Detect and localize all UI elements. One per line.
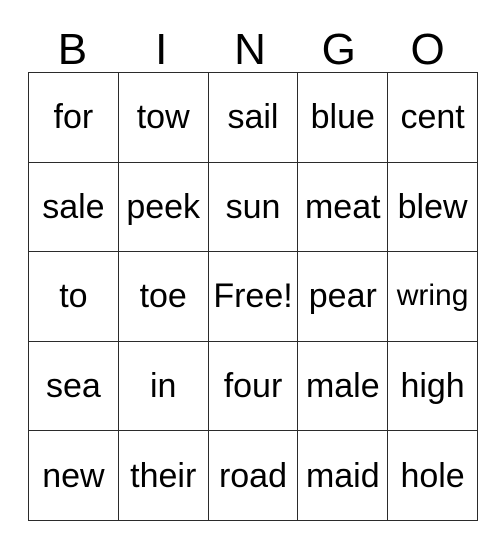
bingo-cell-label: to (59, 277, 88, 316)
bingo-cell[interactable]: sea (28, 340, 119, 432)
bingo-cell-label: hole (400, 456, 465, 495)
bingo-cell[interactable]: male (297, 340, 389, 432)
bingo-cell-label: meat (304, 187, 381, 226)
bingo-header-letter-n: N (234, 25, 266, 74)
bingo-cell[interactable]: new (28, 430, 119, 521)
bingo-row: new their road maid hole (28, 430, 478, 521)
bingo-cell[interactable]: to (28, 251, 119, 342)
bingo-cell[interactable]: blew (387, 161, 478, 253)
bingo-cell-label: pear (308, 277, 377, 316)
bingo-cell[interactable]: toe (117, 251, 209, 342)
bingo-cell-label: cent (400, 98, 465, 137)
bingo-cell[interactable]: wring (387, 251, 478, 342)
bingo-cell-label: sun (225, 187, 281, 226)
bingo-header-letter-b: B (57, 25, 88, 74)
bingo-row: sale peek sun meat blew (28, 161, 478, 253)
bingo-cell-label: sea (45, 367, 101, 406)
bingo-cell-label: new (42, 456, 105, 495)
bingo-cell-label: road (218, 456, 288, 495)
bingo-cell-label: male (305, 367, 380, 406)
bingo-cell[interactable]: sun (207, 161, 299, 253)
bingo-cell-label: peek (126, 187, 201, 226)
bingo-free-space-label: Free! (213, 277, 293, 316)
bingo-cell[interactable]: in (117, 340, 209, 432)
bingo-cell-label: blew (397, 187, 468, 226)
bingo-cell-label: wring (396, 279, 469, 313)
bingo-cell[interactable]: four (207, 340, 299, 432)
bingo-card: B I N G O for tow sail blue cent sale pe… (28, 20, 478, 521)
bingo-cell[interactable]: blue (297, 72, 389, 163)
bingo-cell[interactable]: cent (387, 72, 478, 163)
bingo-cell-label: high (400, 367, 465, 406)
bingo-cell[interactable]: high (387, 340, 478, 432)
bingo-cell[interactable]: meat (297, 161, 389, 253)
bingo-header-row: B I N G O (28, 20, 472, 72)
bingo-cell-label: maid (305, 456, 380, 495)
bingo-cell-label: their (130, 456, 197, 495)
bingo-cell-free-space[interactable]: Free! (207, 251, 299, 342)
bingo-cell-label: for (53, 98, 94, 137)
bingo-cell[interactable]: their (117, 430, 209, 521)
bingo-grid: for tow sail blue cent sale peek sun mea… (28, 72, 478, 521)
bingo-row: to toe Free! pear wring (28, 251, 478, 342)
bingo-cell-label: sail (227, 98, 279, 137)
bingo-header-letter-g: G (321, 25, 356, 74)
bingo-cell-label: blue (310, 98, 375, 137)
bingo-cell[interactable]: sail (207, 72, 299, 163)
bingo-cell-label: in (149, 367, 177, 406)
bingo-row: for tow sail blue cent (28, 72, 478, 163)
bingo-cell[interactable]: peek (117, 161, 209, 253)
bingo-header-letter-o: O (410, 25, 445, 74)
bingo-cell[interactable]: maid (297, 430, 389, 521)
bingo-header-letter-i: I (155, 25, 168, 74)
bingo-cell-label: toe (139, 277, 187, 316)
bingo-cell-label: four (223, 367, 283, 406)
bingo-cell[interactable]: tow (117, 72, 209, 163)
bingo-cell-label: sale (42, 187, 105, 226)
bingo-cell[interactable]: sale (28, 161, 119, 253)
bingo-cell[interactable]: hole (387, 430, 478, 521)
bingo-cell[interactable]: for (28, 72, 119, 163)
bingo-row: sea in four male high (28, 340, 478, 432)
bingo-cell[interactable]: pear (297, 251, 389, 342)
bingo-cell[interactable]: road (207, 430, 299, 521)
bingo-cell-label: tow (136, 98, 190, 137)
